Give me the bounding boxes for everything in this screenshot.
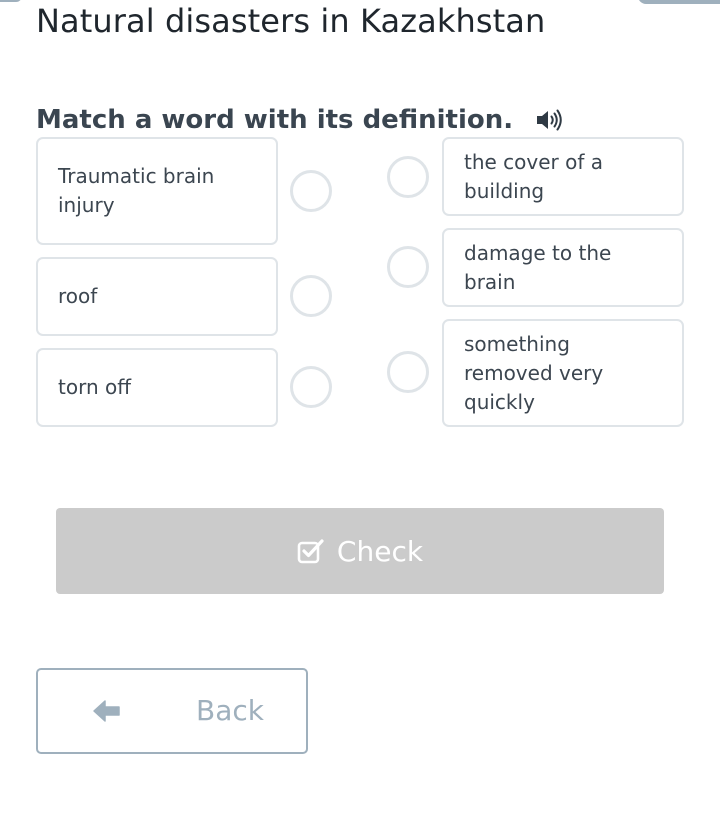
instruction-row: Match a word with its definition. [36, 102, 563, 138]
definition-label: the cover of a building [464, 149, 604, 203]
definition-radio-3[interactable] [387, 351, 429, 393]
word-label: roof [58, 284, 98, 308]
word-label: torn off [58, 375, 131, 399]
speaker-icon[interactable] [535, 107, 563, 133]
check-label: Check [336, 534, 424, 568]
top-left-tab-edge [0, 0, 22, 2]
definition-card-2[interactable]: damage to the brain [442, 228, 684, 307]
checkbox-check-icon [297, 539, 324, 564]
back-button[interactable]: Back [36, 668, 308, 754]
definition-label: something removed very quickly [464, 331, 604, 414]
check-button[interactable]: Check [56, 508, 664, 594]
word-radio-2[interactable] [290, 275, 332, 317]
word-card-2[interactable]: roof [36, 257, 278, 336]
back-label: Back [196, 694, 264, 727]
top-right-tab-edge [638, 0, 720, 4]
arrow-left-icon [93, 700, 120, 722]
definition-card-3[interactable]: something removed very quickly [442, 319, 684, 427]
word-radio-1[interactable] [290, 170, 332, 212]
instruction-text: Match a word with its definition. [36, 105, 514, 135]
definition-card-1[interactable]: the cover of a building [442, 137, 684, 216]
definition-label: damage to the brain [464, 240, 612, 294]
word-radio-3[interactable] [290, 366, 332, 408]
word-card-3[interactable]: torn off [36, 348, 278, 427]
definition-radio-1[interactable] [387, 156, 429, 198]
page-title: Natural disasters in Kazakhstan [36, 2, 546, 40]
word-label: Traumatic brain injury [58, 164, 215, 217]
word-card-1[interactable]: Traumatic brain injury [36, 137, 278, 245]
definition-radio-2[interactable] [387, 246, 429, 288]
